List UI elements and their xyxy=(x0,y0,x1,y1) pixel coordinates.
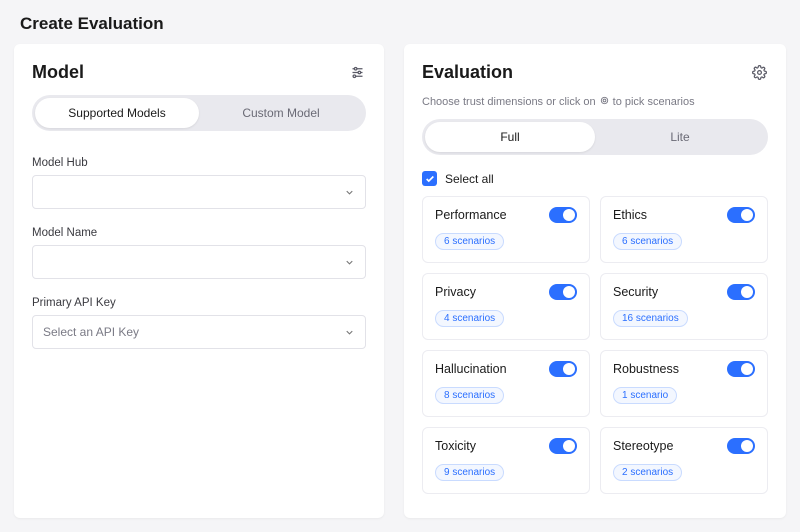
field-api-key: Primary API Key Select an API Key xyxy=(32,297,366,349)
tab-supported-models[interactable]: Supported Models xyxy=(35,98,199,128)
dimension-toggle[interactable] xyxy=(727,361,755,377)
field-label: Primary API Key xyxy=(32,297,366,309)
field-model-hub: Model Hub xyxy=(32,157,366,209)
evaluation-card: Evaluation Choose trust dimensions or cl… xyxy=(404,44,786,518)
dimension-card-ethics[interactable]: Ethics 6 scenarios xyxy=(600,196,768,263)
scenarios-pill: 6 scenarios xyxy=(435,233,504,250)
dimension-toggle[interactable] xyxy=(727,207,755,223)
dimension-toggle[interactable] xyxy=(549,438,577,454)
dimension-card-toxicity[interactable]: Toxicity 9 scenarios xyxy=(422,427,590,494)
dimension-card-stereotype[interactable]: Stereotype 2 scenarios xyxy=(600,427,768,494)
field-label: Model Name xyxy=(32,227,366,239)
gear-icon[interactable] xyxy=(750,64,768,82)
dimension-card-performance[interactable]: Performance 6 scenarios xyxy=(422,196,590,263)
dimension-card-robustness[interactable]: Robustness 1 scenario xyxy=(600,350,768,417)
scenarios-pill: 6 scenarios xyxy=(613,233,682,250)
scenarios-pill: 1 scenario xyxy=(613,387,677,404)
scenarios-pill: 8 scenarios xyxy=(435,387,504,404)
dimension-title: Privacy xyxy=(435,285,476,299)
chevron-down-icon xyxy=(344,257,355,268)
dimension-title: Performance xyxy=(435,208,507,222)
dimension-title: Ethics xyxy=(613,208,647,222)
select-all-row[interactable]: Select all xyxy=(422,171,768,186)
dimensions-grid: Performance 6 scenarios Ethics 6 scenari… xyxy=(422,196,768,494)
dimension-toggle[interactable] xyxy=(549,207,577,223)
dimension-title: Security xyxy=(613,285,658,299)
tab-lite[interactable]: Lite xyxy=(595,122,765,152)
dimension-title: Toxicity xyxy=(435,439,476,453)
scenarios-pill: 9 scenarios xyxy=(435,464,504,481)
dimension-toggle[interactable] xyxy=(727,438,755,454)
evaluation-card-title: Evaluation xyxy=(422,62,513,83)
dimension-title: Robustness xyxy=(613,362,679,376)
model-name-select[interactable] xyxy=(32,245,366,279)
eval-mode-tabs: Full Lite xyxy=(422,119,768,155)
page-title: Create Evaluation xyxy=(0,0,800,44)
model-hub-select[interactable] xyxy=(32,175,366,209)
tab-custom-model[interactable]: Custom Model xyxy=(199,98,363,128)
dimension-title: Stereotype xyxy=(613,439,673,453)
model-mode-tabs: Supported Models Custom Model xyxy=(32,95,366,131)
model-card: Model Supported Models Custom Model Mode… xyxy=(14,44,384,518)
dimension-card-hallucination[interactable]: Hallucination 8 scenarios xyxy=(422,350,590,417)
evaluation-subtitle-post: to pick scenarios xyxy=(613,96,695,108)
chevron-down-icon xyxy=(344,327,355,338)
dimension-toggle[interactable] xyxy=(549,284,577,300)
gear-icon xyxy=(599,95,610,109)
tab-full[interactable]: Full xyxy=(425,122,595,152)
select-placeholder: Select an API Key xyxy=(43,325,139,339)
dimension-toggle[interactable] xyxy=(549,361,577,377)
sliders-icon[interactable] xyxy=(348,64,366,82)
main-canvas: Model Supported Models Custom Model Mode… xyxy=(0,44,800,532)
evaluation-subtitle: Choose trust dimensions or click on to p… xyxy=(422,95,768,109)
api-key-select[interactable]: Select an API Key xyxy=(32,315,366,349)
chevron-down-icon xyxy=(344,187,355,198)
scenarios-pill: 16 scenarios xyxy=(613,310,688,327)
scenarios-pill: 2 scenarios xyxy=(613,464,682,481)
field-label: Model Hub xyxy=(32,157,366,169)
dimension-card-privacy[interactable]: Privacy 4 scenarios xyxy=(422,273,590,340)
dimension-card-security[interactable]: Security 16 scenarios xyxy=(600,273,768,340)
dimension-title: Hallucination xyxy=(435,362,507,376)
select-all-label: Select all xyxy=(445,172,494,186)
select-all-checkbox[interactable] xyxy=(422,171,437,186)
evaluation-subtitle-pre: Choose trust dimensions or click on xyxy=(422,96,596,108)
model-card-title: Model xyxy=(32,62,84,83)
dimension-toggle[interactable] xyxy=(727,284,755,300)
field-model-name: Model Name xyxy=(32,227,366,279)
scenarios-pill: 4 scenarios xyxy=(435,310,504,327)
